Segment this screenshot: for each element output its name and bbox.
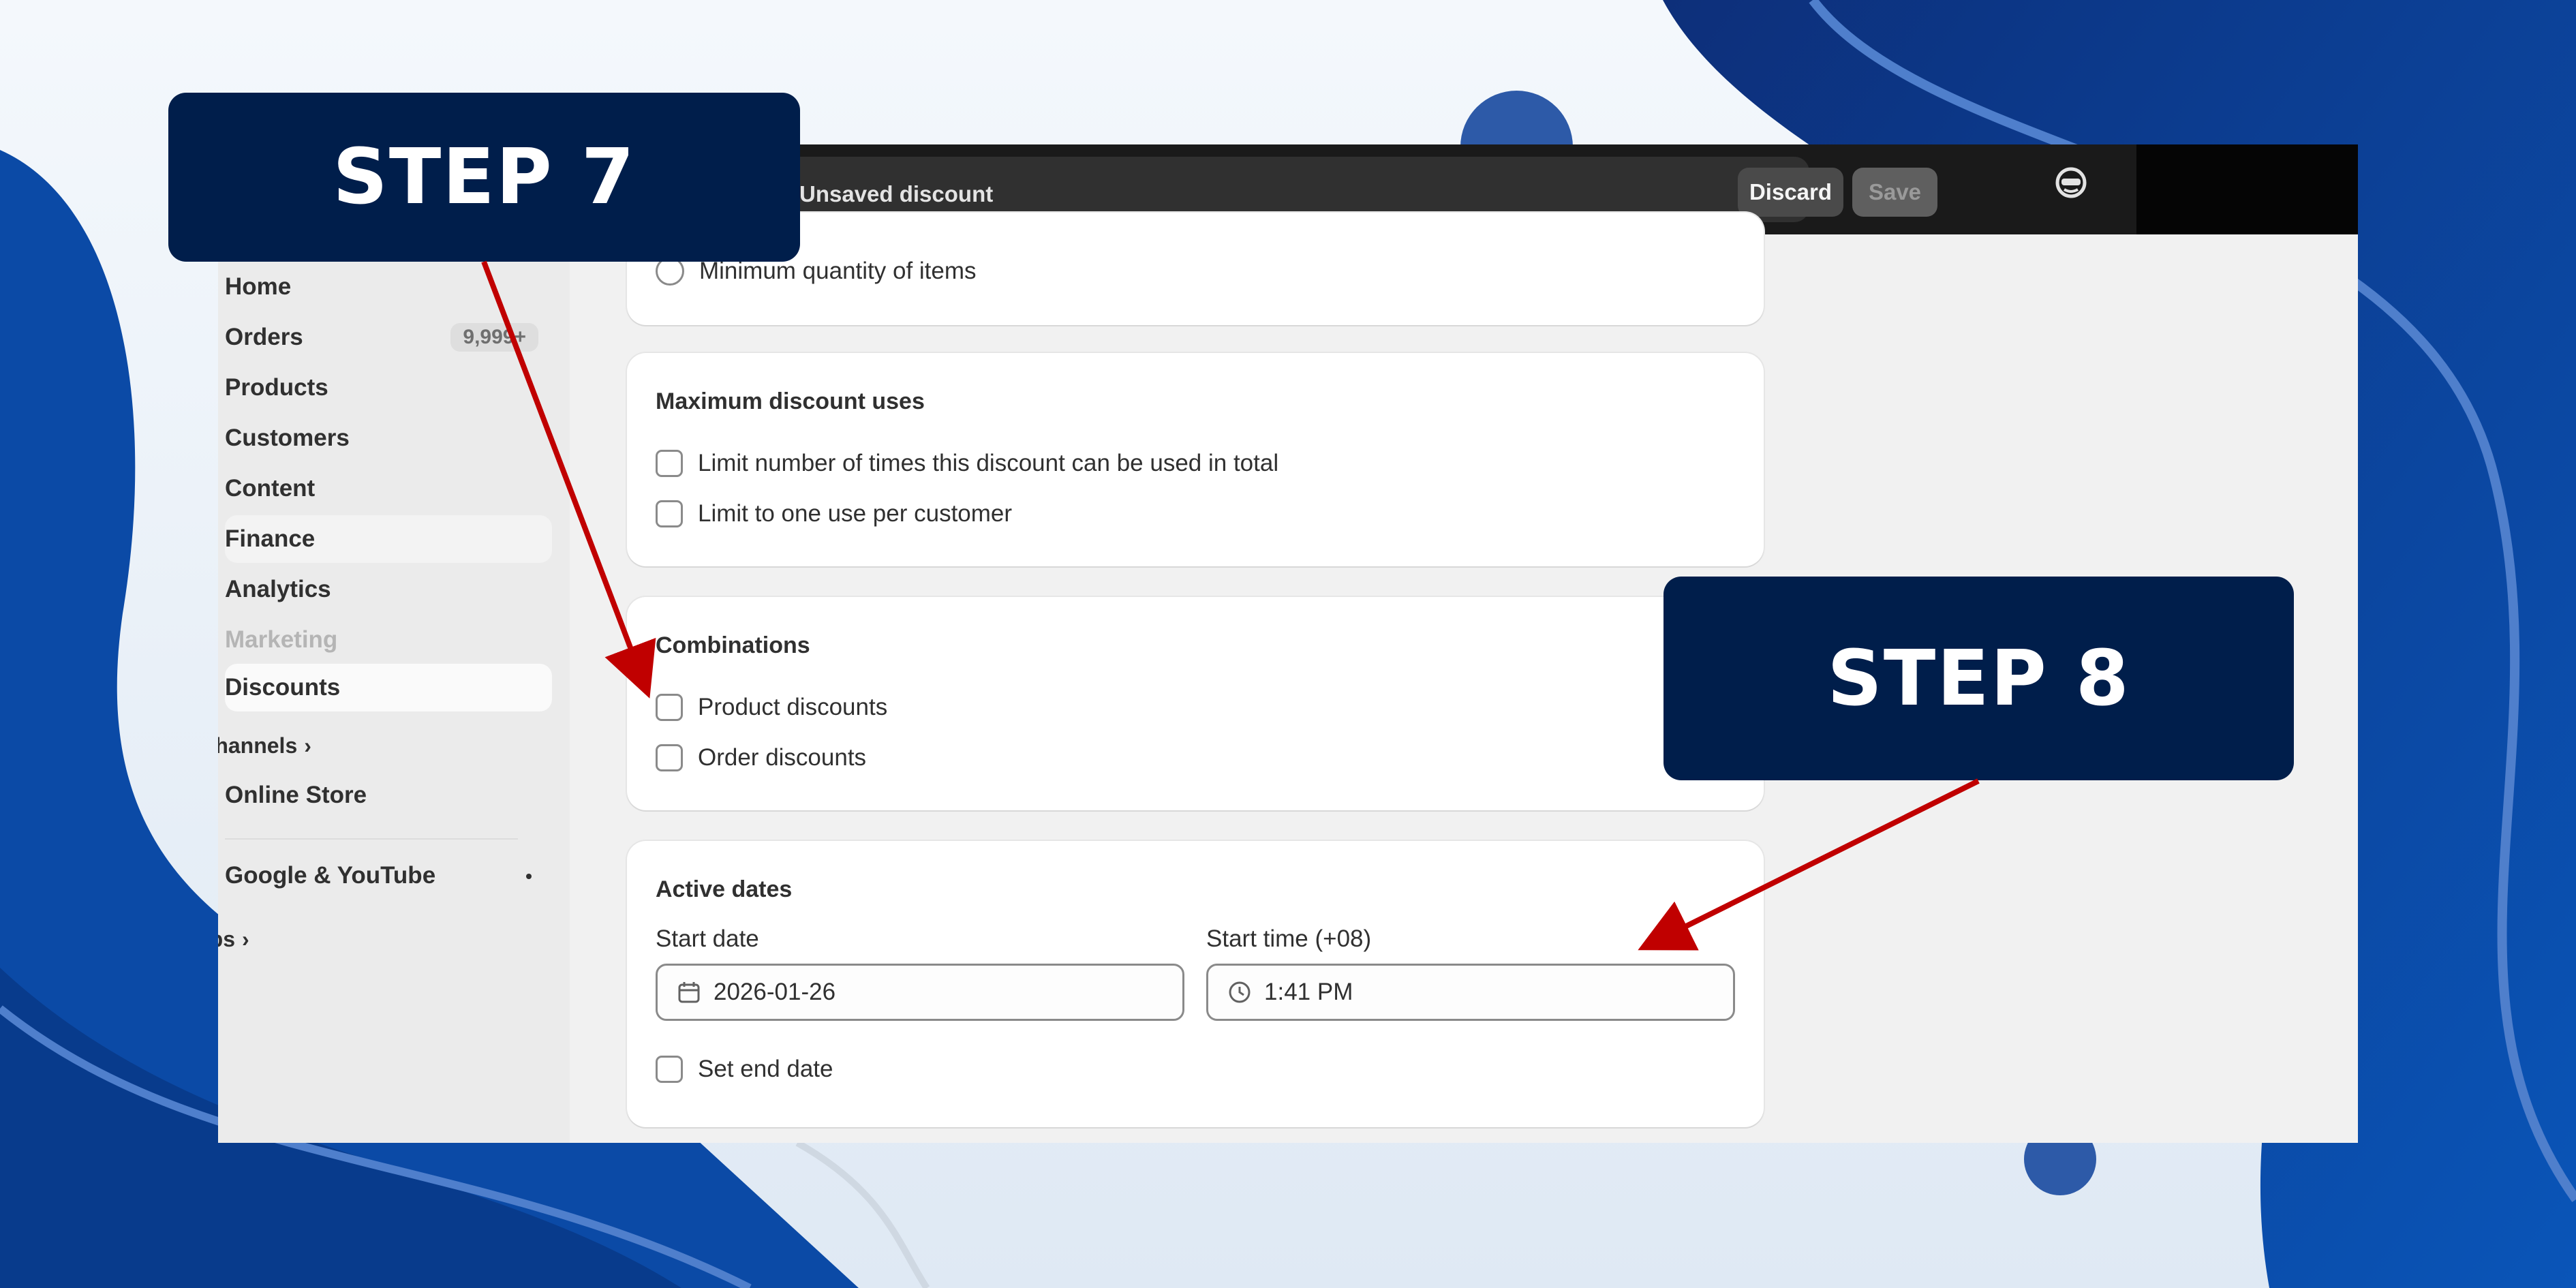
limit-total-uses-option[interactable]: Limit number of times this discount can … xyxy=(656,450,1278,477)
status-dot-icon xyxy=(526,874,532,879)
card-title: Maximum discount uses xyxy=(656,388,925,414)
combinations-card: Combinations Product discounts Order dis… xyxy=(627,597,1764,810)
sidebar-item-label: Content xyxy=(225,475,316,502)
sidebar-item-finance[interactable]: Finance xyxy=(225,515,552,563)
step-8-callout: STEP 8 xyxy=(1663,577,2294,780)
apps-section[interactable]: Apps › xyxy=(218,927,249,952)
maximum-discount-uses-card: Maximum discount uses Limit number of ti… xyxy=(627,353,1764,566)
sales-channels-section[interactable]: Sales channels › xyxy=(218,733,311,758)
topbar-right-panel xyxy=(2136,144,2358,234)
limit-one-per-customer-option[interactable]: Limit to one use per customer xyxy=(656,500,1012,527)
sidebar-item-label: Online Store xyxy=(225,782,367,808)
step-7-callout: STEP 7 xyxy=(168,93,800,262)
start-date-input[interactable]: 2026-01-26 xyxy=(656,964,1184,1021)
checkbox[interactable] xyxy=(656,694,683,721)
sidebar-item-customers[interactable]: Customers xyxy=(225,414,552,462)
sidebar-item-online-store[interactable]: Online Store xyxy=(225,771,552,819)
start-time-value: 1:41 PM xyxy=(1264,979,1353,1005)
order-discounts-option[interactable]: Order discounts xyxy=(656,744,866,771)
sales-channels-label: Sales channels xyxy=(218,733,298,758)
sidebar-item-label: Analytics xyxy=(225,576,331,602)
start-date-value: 2026-01-26 xyxy=(714,979,836,1005)
save-button[interactable]: Save xyxy=(1852,168,1937,217)
user-avatar-icon[interactable] xyxy=(2053,165,2089,200)
option-label: Limit to one use per customer xyxy=(698,500,1013,527)
checkbox[interactable] xyxy=(656,500,683,527)
sidebar-item-label: Google & YouTube xyxy=(225,862,436,889)
sidebar-item-label: Home xyxy=(225,273,292,300)
chevron-right-icon: › xyxy=(242,927,249,951)
apps-label: Apps xyxy=(218,927,235,951)
sidebar-item-label: Finance xyxy=(225,525,316,552)
start-date-label: Start date xyxy=(656,925,759,952)
sidebar-item-products[interactable]: Products xyxy=(225,364,552,412)
checkbox[interactable] xyxy=(656,1056,683,1083)
sidebar-item-google-youtube[interactable]: Google & YouTube xyxy=(225,852,552,900)
sidebar-item-label: Orders xyxy=(225,324,303,350)
start-time-input[interactable]: 1:41 PM xyxy=(1206,964,1735,1021)
orders-count-badge: 9,999+ xyxy=(450,323,538,352)
sidebar-item-home[interactable]: Home xyxy=(225,263,552,311)
card-title: Combinations xyxy=(656,632,810,658)
option-label: Product discounts xyxy=(698,694,888,720)
sidebar-item-analytics[interactable]: Analytics xyxy=(225,566,552,613)
sidebar-item-content[interactable]: Content xyxy=(225,465,552,512)
sidebar: Home Orders 9,999+ Products Customers Con… xyxy=(218,234,570,1143)
sidebar-item-label: Marketing xyxy=(225,626,338,653)
divider xyxy=(225,838,518,840)
option-label: Minimum quantity of items xyxy=(699,258,977,284)
checkbox[interactable] xyxy=(656,744,683,771)
option-label: Order discounts xyxy=(698,744,867,771)
sidebar-item-label: Products xyxy=(225,374,328,401)
checkbox[interactable] xyxy=(656,450,683,477)
active-dates-card: Active dates Start date Start time (+08)… xyxy=(627,841,1764,1127)
option-label: Set end date xyxy=(698,1056,833,1082)
product-discounts-option[interactable]: Product discounts xyxy=(656,694,887,721)
set-end-date-option[interactable]: Set end date xyxy=(656,1056,833,1083)
unsaved-discount-title: Unsaved discount xyxy=(799,181,994,206)
sidebar-item-label: Discounts xyxy=(225,674,341,701)
card-title: Active dates xyxy=(656,876,793,902)
sidebar-item-marketing[interactable]: Marketing xyxy=(225,616,552,664)
sidebar-item-label: Customers xyxy=(225,425,350,451)
discard-button[interactable]: Discard xyxy=(1738,168,1843,217)
sidebar-item-orders[interactable]: Orders 9,999+ xyxy=(225,313,552,361)
option-label: Limit number of times this discount can … xyxy=(698,450,1279,476)
calendar-icon xyxy=(678,982,700,1003)
start-time-label: Start time (+08) xyxy=(1206,925,1372,952)
clock-icon xyxy=(1229,981,1251,1003)
chevron-right-icon: › xyxy=(304,733,311,758)
sidebar-item-discounts[interactable]: Discounts xyxy=(225,664,552,711)
